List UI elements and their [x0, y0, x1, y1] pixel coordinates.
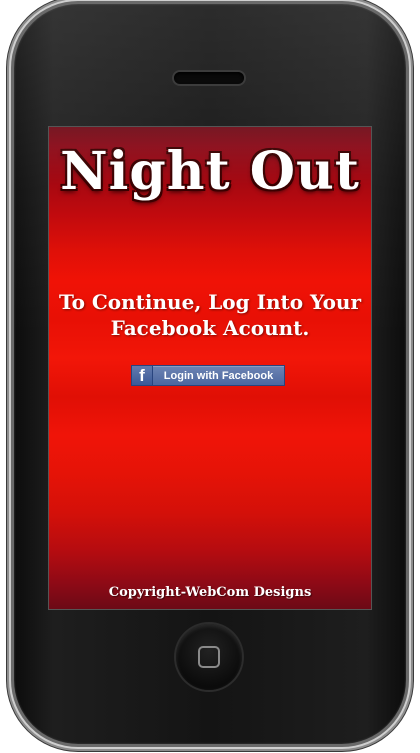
home-button[interactable] — [176, 624, 242, 690]
copyright-footer: Copyright-WebCom Designs — [108, 585, 312, 600]
login-instruction: To Continue, Log Into Your Facebook Acou… — [58, 290, 361, 340]
device-stage: Night Out To Continue, Log Into Your Fac… — [0, 0, 420, 753]
home-button-square-icon — [198, 646, 220, 668]
app-screen: Night Out To Continue, Log Into Your Fac… — [48, 126, 372, 610]
app-title: Night Out — [60, 141, 360, 202]
facebook-login-button[interactable]: f Login with Facebook — [131, 365, 285, 386]
facebook-f-icon: f — [132, 366, 153, 385]
earpiece-speaker — [174, 72, 244, 84]
facebook-login-label: Login with Facebook — [153, 366, 284, 385]
